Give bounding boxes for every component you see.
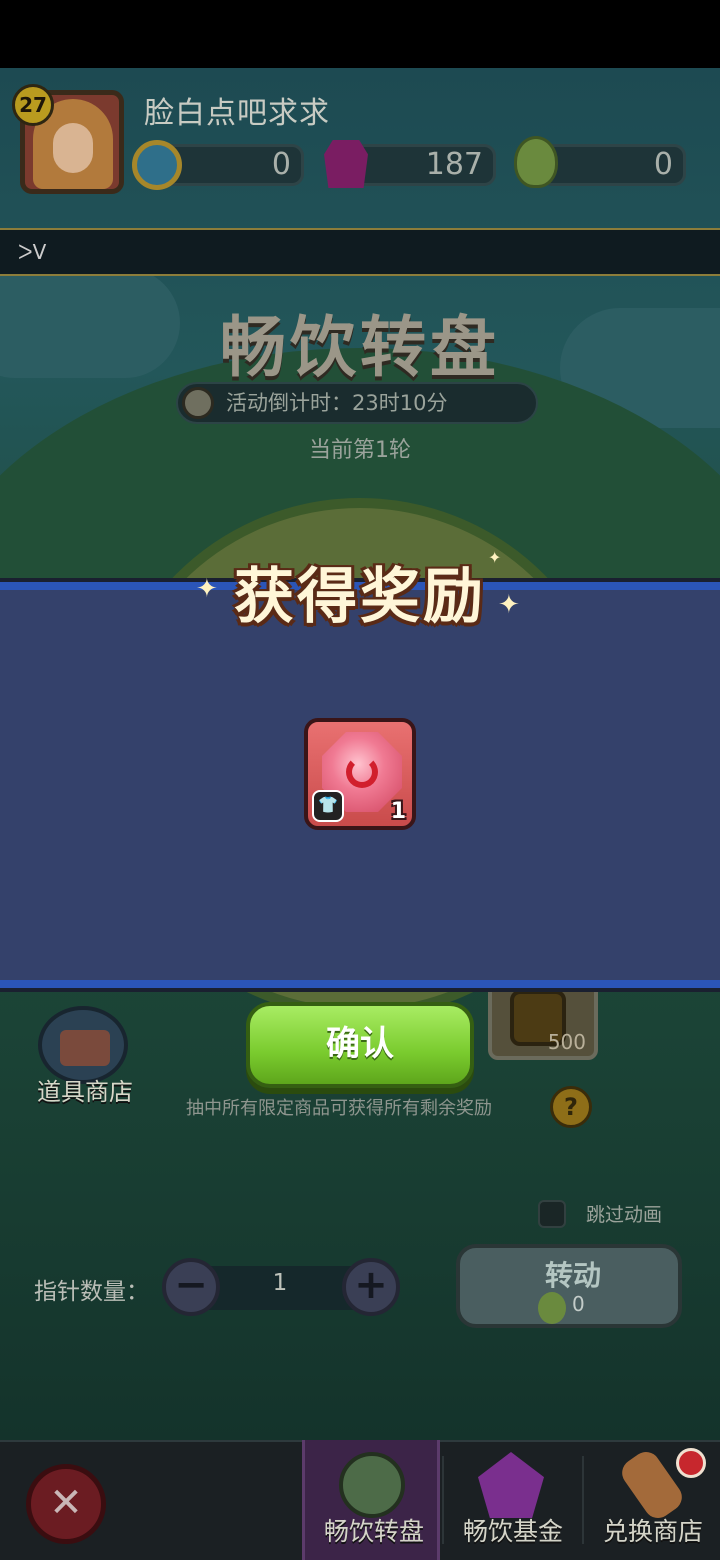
wheel-icon xyxy=(339,1452,405,1518)
reward-quantity: 1 xyxy=(390,799,406,824)
spin-button[interactable]: 转动 0 xyxy=(456,1244,682,1328)
wheel-item-value: 500 xyxy=(547,1030,586,1054)
modal-title: 获得奖励 xyxy=(234,562,486,632)
round-indicator: 当前第1轮 xyxy=(309,438,411,463)
close-button[interactable]: ✕ xyxy=(26,1464,106,1544)
wheel-item-beer: 500 xyxy=(488,980,598,1060)
skip-animation-checkbox[interactable] xyxy=(538,1200,566,1228)
shirt-icon: 👕 xyxy=(312,790,344,822)
tab-label: 兑换商店 xyxy=(602,1517,703,1546)
level-badge: 27 xyxy=(12,84,54,126)
clock-icon xyxy=(182,387,214,419)
item-shop-label: 道具商店 xyxy=(37,1078,133,1106)
status-bar xyxy=(0,0,720,68)
tab-label: 畅饮转盘 xyxy=(323,1517,424,1546)
rule-text: 抽中所有限定商品可获得所有剩余奖励 xyxy=(186,1098,492,1119)
hop-icon xyxy=(514,136,558,188)
hop-counter: 0 xyxy=(540,144,686,186)
spin-label: 转动 xyxy=(544,1259,601,1292)
hop-icon xyxy=(538,1292,566,1324)
gem-counter: 187 xyxy=(350,144,496,186)
sparkle-icon: ✦ xyxy=(196,574,218,604)
notification-dot xyxy=(676,1448,706,1478)
tab-drink-wheel[interactable]: 畅饮转盘 xyxy=(302,1440,440,1560)
pointer-count-value: 1 xyxy=(272,1270,288,1296)
pointer-count-label: 指针数量： xyxy=(34,1279,149,1305)
event-title: 畅饮转盘 xyxy=(220,309,500,386)
countdown-pill: 活动倒计时：23时10分 xyxy=(176,382,538,424)
coin-value: 0 xyxy=(271,147,291,182)
countdown-text: 活动倒计时：23时10分 xyxy=(226,391,448,415)
notice-banner: ᐳV xyxy=(0,228,720,276)
gem-value: 187 xyxy=(425,147,483,182)
item-shop-button[interactable]: 道具商店 xyxy=(30,1006,140,1106)
avatar-face xyxy=(53,123,93,173)
plus-button[interactable]: + xyxy=(342,1258,400,1316)
tab-label: 畅饮基金 xyxy=(462,1517,563,1546)
hop-value: 0 xyxy=(653,147,673,182)
gem-icon xyxy=(324,140,368,188)
minus-button[interactable]: − xyxy=(162,1258,220,1316)
pentagon-gem-icon xyxy=(478,1452,544,1518)
swirl-icon xyxy=(346,756,378,788)
reward-item[interactable]: 👕 1 xyxy=(304,718,416,830)
coin-icon xyxy=(132,140,182,190)
tab-drink-fund[interactable]: 畅饮基金 xyxy=(444,1440,582,1560)
spin-cost: 0 xyxy=(572,1292,585,1316)
skip-animation-label: 跳过动画 xyxy=(586,1204,663,1226)
banner-text: ᐳV xyxy=(18,240,47,264)
confirm-button[interactable]: 确认 xyxy=(246,1002,474,1088)
sparkle-icon: ✦ xyxy=(498,590,520,620)
player-name: 脸白点吧求求 xyxy=(144,96,330,131)
help-button[interactable]: ? xyxy=(550,1086,592,1128)
sparkle-icon: ✦ xyxy=(488,548,502,567)
